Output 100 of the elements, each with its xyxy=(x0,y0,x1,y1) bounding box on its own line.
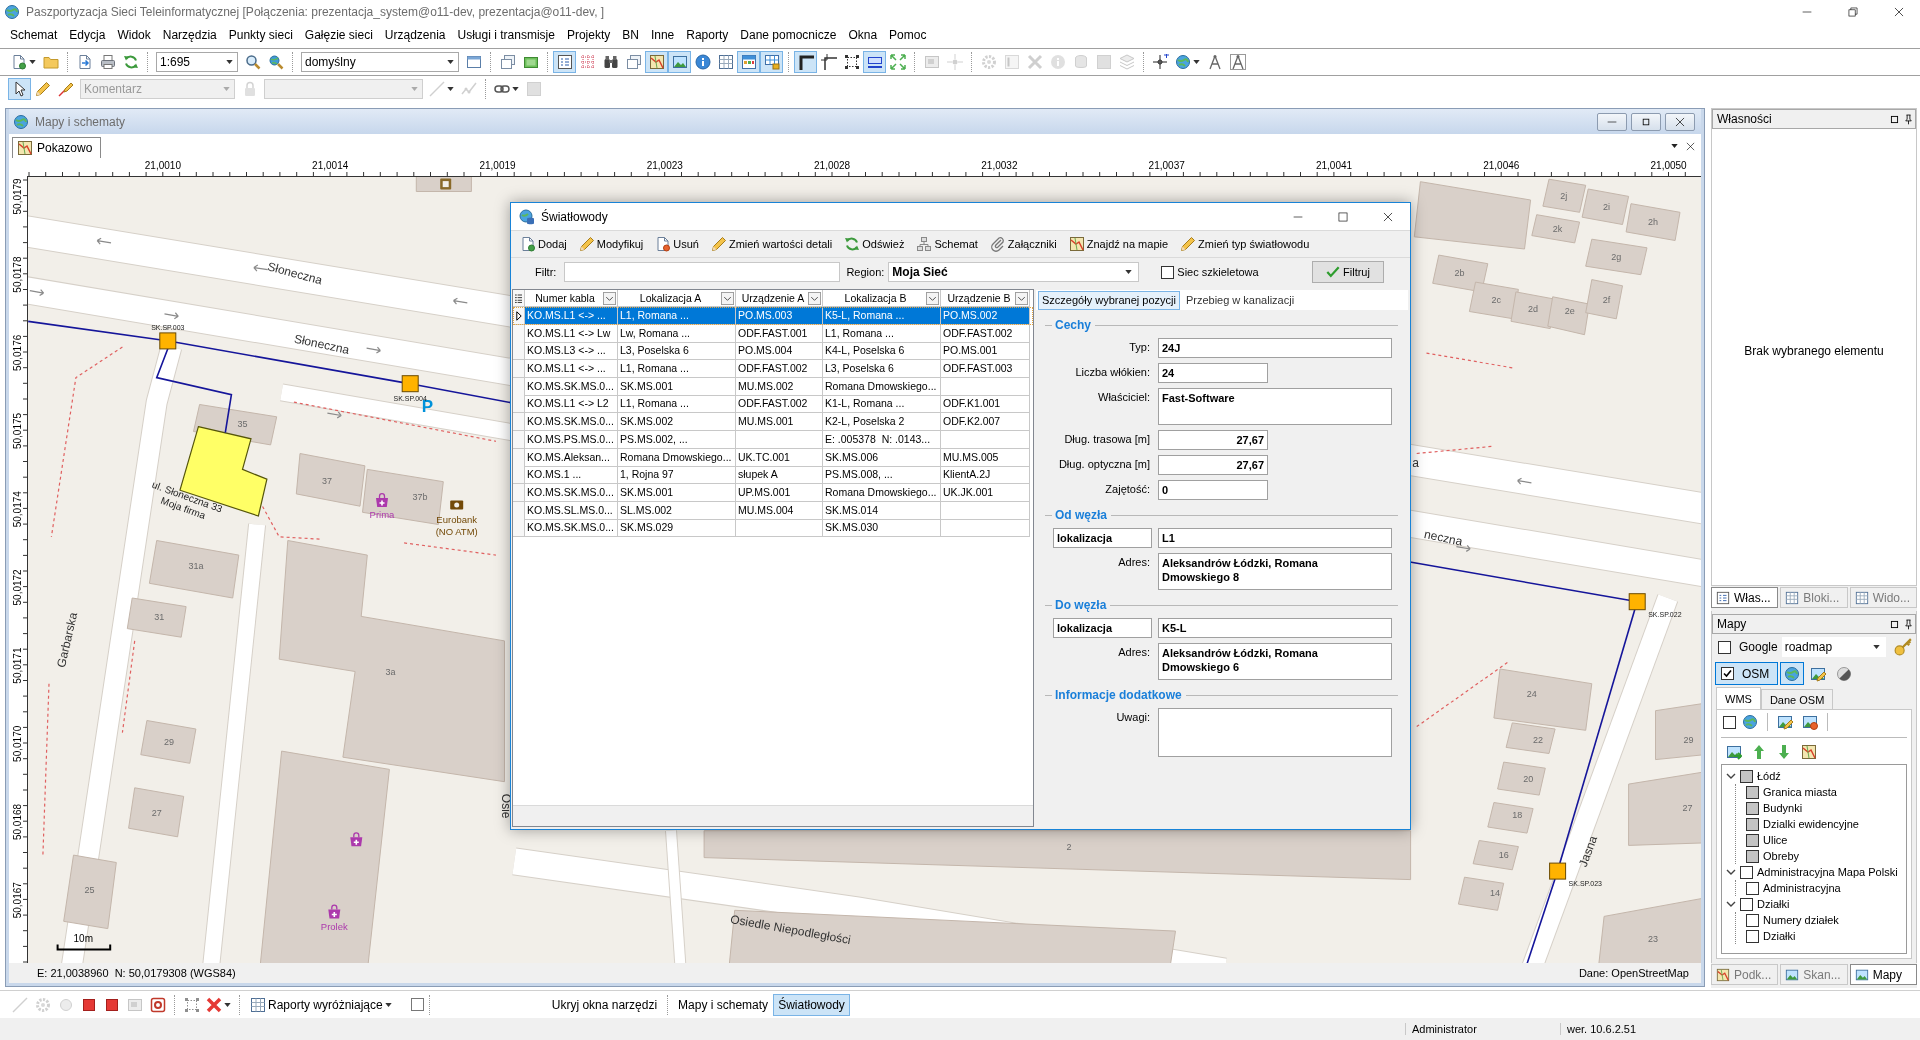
house-number: 24 xyxy=(1526,689,1537,700)
table-cell: KO.MS.SL.MS.0... xyxy=(525,501,618,520)
house-number: 31 xyxy=(154,612,165,622)
table-cell: SK.MS.030 xyxy=(823,519,941,538)
ruler-label: 21,0014 xyxy=(312,160,349,171)
checkbox-label: Siec szkieletowa xyxy=(1177,266,1259,278)
ruler-label: 50,0176 xyxy=(12,334,23,371)
table-cell: MU.MS.004 xyxy=(736,501,823,520)
table-cell: KO.MS.1 ... xyxy=(525,466,618,485)
table-cell: SK.MS.002 xyxy=(618,413,736,432)
table-cell: PO.MS.004 xyxy=(736,342,823,361)
house-number: 16 xyxy=(1498,849,1509,860)
table-cell: ODF.FAST.002 xyxy=(736,395,823,414)
field-label: Dług. optyczna [m] xyxy=(1057,457,1150,470)
coordinates-label: E: 21,0038960 N: 50,0179308 (WGS84) xyxy=(37,967,236,979)
street-label: a xyxy=(1412,456,1419,470)
table-cell: KO.MS.Aleksan... xyxy=(525,448,618,467)
section-title: Informacje dodatkowe xyxy=(1055,688,1182,702)
ruler-label: 50,0178 xyxy=(12,256,23,293)
table-cell: L3, Poselska 6 xyxy=(618,342,736,361)
table-cell: KO.MS.SK.MS.0... xyxy=(525,377,618,396)
table-cell: SK.MS.001 xyxy=(618,483,736,502)
field-label-box: lokalizacja xyxy=(1053,528,1152,548)
street-label: neczna xyxy=(1422,526,1464,549)
table-cell: 1, Rojna 97 xyxy=(618,466,736,485)
table-cell: KO.MS.L1 <-> ... xyxy=(525,307,618,325)
street-label: Jasna xyxy=(1576,833,1601,869)
house-number: 2c xyxy=(1491,294,1502,305)
house-number: 2g xyxy=(1611,252,1622,262)
ruler-label: 21,0028 xyxy=(814,160,851,171)
poi-label: Prima xyxy=(369,509,395,520)
ruler-label: 50,0172 xyxy=(12,569,23,606)
section-title: Cechy xyxy=(1055,318,1092,332)
table-cell: L1, Romana ... xyxy=(618,307,736,325)
field-label: Zajętość: xyxy=(1104,482,1150,495)
table-cell: MU.MS.001 xyxy=(736,413,823,432)
table-cell: KO.MS.SK.MS.0... xyxy=(525,519,618,538)
house-number: 29 xyxy=(164,736,174,747)
table-cell: MU.MS.005 xyxy=(941,448,1030,467)
house-number: 27 xyxy=(1682,803,1693,814)
field-label: Uwagi: xyxy=(1115,710,1150,723)
house-number: 37b xyxy=(412,492,428,502)
table-cell: KO.MS.L3 <-> ... xyxy=(525,342,618,361)
section-title: Do węzła xyxy=(1055,598,1107,612)
table-cell: ODF.FAST.002 xyxy=(736,360,823,379)
table-cell: Romana Dmowskiego... xyxy=(618,448,736,467)
house-number: 27 xyxy=(151,808,162,818)
house-number: 2i xyxy=(1603,201,1610,212)
panel-title: Mapy xyxy=(1717,617,1747,631)
table-cell: L1, Romana ... xyxy=(823,324,941,343)
status-text: wer. 10.6.2.51 xyxy=(1560,1023,1920,1035)
table-cell: SK.MS.014 xyxy=(823,501,941,520)
table-cell: L1, Romana ... xyxy=(618,360,736,379)
house-number: 2 xyxy=(1066,842,1072,853)
ruler-label: 50,0179 xyxy=(12,178,23,215)
table-cell: ODF.K2.007 xyxy=(941,413,1030,432)
table-cell: PO.MS.002 xyxy=(941,307,1030,325)
map-attribution: Dane: OpenStreetMap xyxy=(1578,967,1689,979)
table-cell: ODF.K1.001 xyxy=(941,395,1030,414)
section-title: Od węzła xyxy=(1055,508,1107,522)
ruler-label: 21,0041 xyxy=(1315,160,1353,171)
window-title: Mapy i schematy xyxy=(35,114,126,129)
table-cell: K5-L, Romana ... xyxy=(823,307,941,325)
house-number: 2h xyxy=(1648,216,1659,227)
table-cell: KO.MS.SK.MS.0... xyxy=(525,413,618,432)
table-cell: KO.MS.L1 <-> Lw xyxy=(525,324,618,343)
table-cell: L3, Poselska 6 xyxy=(823,360,941,379)
house-number: 23 xyxy=(1648,934,1659,945)
ruler-label: 21,0050 xyxy=(1650,160,1687,171)
ruler-label: 50,0167 xyxy=(12,882,23,919)
checkbox-label: Google xyxy=(1739,640,1778,654)
field-label: Region: xyxy=(846,266,885,278)
house-number: 37 xyxy=(321,476,332,487)
empty-message: Brak wybranego elementu xyxy=(1744,344,1884,358)
table-cell: K1-L, Romana ... xyxy=(823,395,941,414)
house-number: 2e xyxy=(1564,305,1575,316)
ruler-label: 50,0168 xyxy=(12,803,23,841)
table-cell: ODF.FAST.001 xyxy=(736,324,823,343)
table-cell: Romana Dmowskiego... xyxy=(823,377,941,396)
ruler-label: 21,0037 xyxy=(1148,160,1185,171)
house-number: 35 xyxy=(237,418,248,429)
house-number: 31a xyxy=(188,560,204,571)
table-cell: ODF.FAST.002 xyxy=(941,324,1030,343)
field-label: Właściciel: xyxy=(1097,390,1150,403)
table-cell: UK.JK.001 xyxy=(941,483,1030,502)
status-text: Administrator xyxy=(1405,1023,1560,1035)
table-cell: PS.MS.002, ... xyxy=(618,430,736,449)
dialog-title: Światłowody xyxy=(541,209,608,224)
table-cell: K4-L, Poselska 6 xyxy=(823,342,941,361)
ruler-label: 50,0171 xyxy=(12,647,23,684)
table-cell: KlientA.2J xyxy=(941,466,1030,485)
ruler-label: 21,0046 xyxy=(1483,160,1520,171)
ruler-label: 21,0023 xyxy=(646,160,683,171)
house-number: 20 xyxy=(1523,773,1534,784)
poi-label: Eurobank (NO ATM) xyxy=(435,513,478,537)
ruler-label: 50,0170 xyxy=(12,725,23,762)
table-cell: KO.MS.L1 <-> L2 xyxy=(525,395,618,414)
house-number: 2j xyxy=(1560,190,1568,201)
house-number: 2b xyxy=(1454,268,1465,278)
window-title: Paszportyzacja Sieci Teleinformatycznej [Połączenia: prezentacja_system@o11-dev, prezentacja@o11-dev, ] xyxy=(26,5,605,19)
